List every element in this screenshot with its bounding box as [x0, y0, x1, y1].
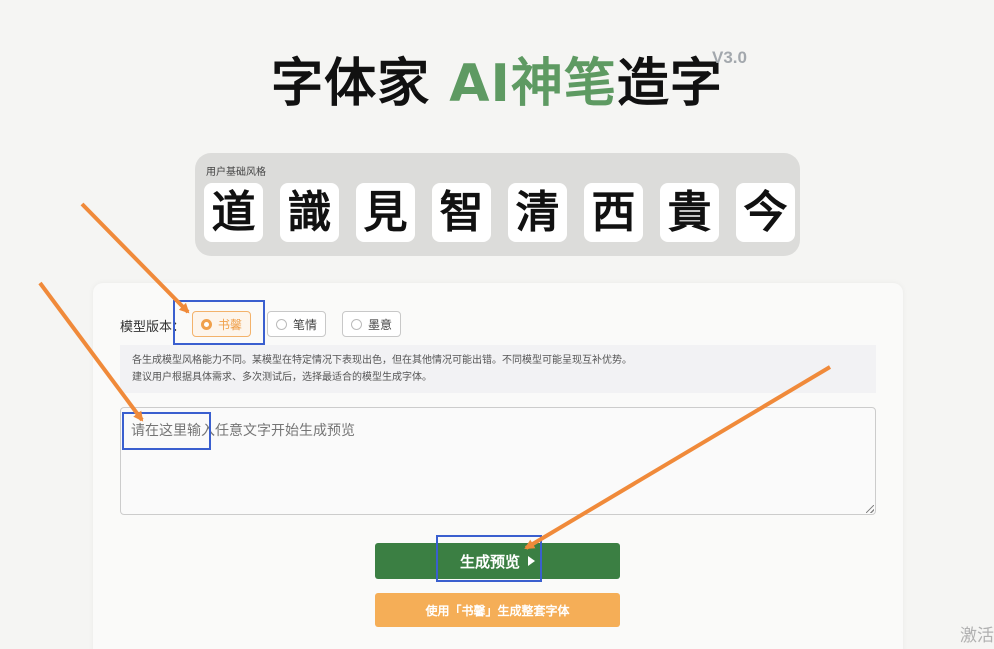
- title-part-3: 造字: [616, 54, 723, 114]
- preview-text-input[interactable]: [120, 407, 876, 515]
- model-description-line-2: 建议用户根据具体需求、多次测试后，选择最适合的模型生成字体。: [132, 372, 432, 383]
- model-option-label: 笔情: [293, 317, 318, 332]
- style-tile[interactable]: 貴: [660, 183, 719, 242]
- style-tile[interactable]: 清: [508, 183, 567, 242]
- style-tile[interactable]: 道: [204, 183, 263, 242]
- model-option-label: 墨意: [368, 317, 393, 332]
- style-tile[interactable]: 今: [736, 183, 795, 242]
- style-tile[interactable]: 識: [280, 183, 339, 242]
- title-part-1: 字体家: [271, 54, 450, 114]
- radio-dot-icon: [351, 318, 362, 330]
- model-option-moyi[interactable]: 墨意: [342, 311, 402, 337]
- style-panel: 用户基础风格 道 識 見 智 清 西 貴 今: [195, 153, 800, 256]
- radio-dot-icon: [201, 318, 212, 330]
- version-badge: V3.0: [712, 48, 747, 67]
- page: 字体家 AI神笔造字 V3.0 用户基础风格 道 識 見 智 清 西 貴 今 模…: [0, 0, 994, 649]
- radio-dot-icon: [276, 318, 287, 330]
- model-option-label: 书馨: [218, 317, 243, 332]
- model-description-line-1: 各生成模型风格能力不同。某模型在特定情况下表现出色，但在其他情况可能出错。不同模…: [132, 355, 632, 366]
- title-part-2: AI神笔: [449, 54, 617, 114]
- generate-full-font-button[interactable]: 使用「书馨」生成整套字体: [375, 593, 620, 627]
- style-tiles: 道 識 見 智 清 西 貴 今: [204, 183, 795, 242]
- resize-grip-icon[interactable]: [866, 505, 874, 513]
- page-title: 字体家 AI神笔造字: [0, 52, 994, 116]
- generate-preview-label: 生成预览: [459, 552, 520, 571]
- style-panel-label: 用户基础风格: [206, 167, 266, 178]
- generate-preview-button[interactable]: 生成预览: [375, 543, 620, 579]
- play-icon: [528, 556, 535, 566]
- style-tile[interactable]: 西: [584, 183, 643, 242]
- model-option-biqing[interactable]: 笔情: [267, 311, 327, 337]
- model-version-label: 模型版本：: [120, 320, 186, 335]
- style-tile[interactable]: 見: [356, 183, 415, 242]
- model-option-shuxin[interactable]: 书馨: [192, 311, 252, 337]
- activation-watermark: 激活: [960, 626, 994, 646]
- style-tile[interactable]: 智: [432, 183, 491, 242]
- model-description: 各生成模型风格能力不同。某模型在特定情况下表现出色，但在其他情况可能出错。不同模…: [120, 345, 876, 393]
